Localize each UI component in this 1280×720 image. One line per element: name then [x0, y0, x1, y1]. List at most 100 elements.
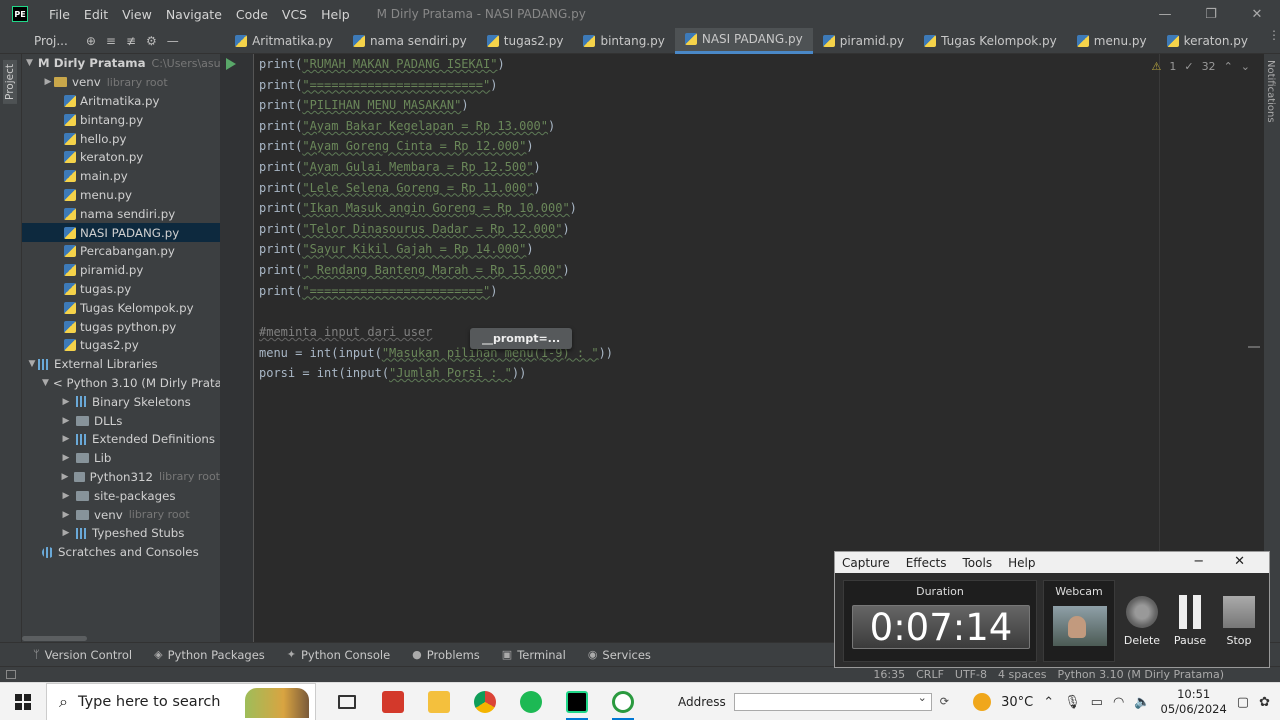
- task-view-button[interactable]: [324, 683, 370, 720]
- services-button[interactable]: ◉ Services: [577, 648, 662, 662]
- line-separator[interactable]: CRLF: [916, 668, 944, 681]
- file-encoding[interactable]: UTF-8: [955, 668, 987, 681]
- tree-file[interactable]: bintang.py: [22, 110, 220, 129]
- chevron-up-icon[interactable]: ⌃: [1043, 695, 1054, 710]
- tab-aritmatika[interactable]: Aritmatika.py: [225, 28, 343, 54]
- tree-python-sdk[interactable]: ▼ < Python 3.10 (M Dirly Pratan: [22, 374, 220, 393]
- recorder-menu-effects[interactable]: Effects: [906, 556, 947, 570]
- menu-vcs[interactable]: VCS: [275, 7, 314, 22]
- chevron-down-icon[interactable]: ▼: [42, 378, 49, 388]
- tree-file[interactable]: piramid.py: [22, 261, 220, 280]
- chevron-up-icon[interactable]: ⌃: [1224, 60, 1233, 73]
- microphone-icon[interactable]: 🎙: [1064, 695, 1081, 710]
- expand-all-icon[interactable]: ≡: [106, 34, 116, 48]
- close-icon[interactable]: ✕: [1234, 0, 1280, 28]
- pause-button[interactable]: Pause: [1167, 594, 1213, 647]
- caret-position[interactable]: 16:35: [873, 668, 905, 681]
- python-packages-button[interactable]: ◈ Python Packages: [143, 648, 276, 662]
- volume-icon[interactable]: 🔈: [1134, 695, 1150, 710]
- tree-file[interactable]: menu.py: [22, 186, 220, 205]
- minimize-icon[interactable]: −: [1193, 554, 1204, 569]
- weather-icon[interactable]: [973, 693, 992, 711]
- menu-help[interactable]: Help: [314, 7, 357, 22]
- tree-lib[interactable]: ▶ Typeshed Stubs: [22, 524, 220, 543]
- tree-root[interactable]: ▼ M Dirly Pratama C:\Users\asus: [22, 54, 220, 73]
- tree-file[interactable]: keraton.py: [22, 148, 220, 167]
- tree-lib[interactable]: ▶ Extended Definitions: [22, 430, 220, 449]
- project-stripe-button[interactable]: Project: [3, 60, 17, 104]
- tree-lib[interactable]: ▶ Python312 library root: [22, 468, 220, 487]
- webcam-panel[interactable]: Webcam: [1043, 580, 1115, 662]
- tree-lib[interactable]: ▶ Lib: [22, 449, 220, 468]
- chevron-right-icon[interactable]: ▶: [60, 510, 72, 520]
- clock[interactable]: 10:51 05/06/2024: [1161, 687, 1227, 717]
- copilot-icon[interactable]: ✿: [1259, 695, 1270, 710]
- hide-icon[interactable]: —: [167, 34, 179, 48]
- python-console-button[interactable]: ✦ Python Console: [276, 648, 401, 662]
- tab-nasi-padang[interactable]: NASI PADANG.py: [674, 27, 813, 54]
- project-view-selector[interactable]: Proj...: [34, 34, 68, 48]
- menu-edit[interactable]: Edit: [77, 7, 115, 22]
- taskbar-search[interactable]: ⌕ Type here to search: [46, 682, 316, 720]
- tree-lib[interactable]: ▶ venv library root: [22, 505, 220, 524]
- tree-external-libraries[interactable]: ▼ External Libraries: [22, 355, 220, 374]
- toggle-tool-windows-icon[interactable]: [6, 670, 16, 679]
- tree-file[interactable]: main.py: [22, 167, 220, 186]
- camtasia-button[interactable]: [600, 683, 646, 720]
- tab-bintang[interactable]: bintang.py: [573, 28, 674, 54]
- chevron-down-icon[interactable]: ⌄: [1241, 60, 1250, 73]
- tab-keraton[interactable]: keraton.py: [1157, 28, 1258, 54]
- battery-icon[interactable]: ▭: [1091, 695, 1103, 710]
- chevron-down-icon[interactable]: ▼: [26, 359, 38, 369]
- chevron-right-icon[interactable]: ▶: [60, 528, 72, 538]
- recorder-menu-capture[interactable]: Capture: [842, 556, 890, 570]
- chevron-right-icon[interactable]: ▶: [60, 472, 70, 482]
- file-explorer-button[interactable]: [416, 683, 462, 720]
- go-icon[interactable]: ⟳: [940, 695, 949, 708]
- chrome-button[interactable]: [462, 683, 508, 720]
- tab-piramid[interactable]: piramid.py: [813, 28, 914, 54]
- tree-file[interactable]: tugas2.py: [22, 336, 220, 355]
- maximize-icon[interactable]: ❐: [1188, 0, 1234, 28]
- tree-file[interactable]: nama sendiri.py: [22, 204, 220, 223]
- terminal-button[interactable]: ▣ Terminal: [491, 648, 577, 662]
- tree-file[interactable]: tugas.py: [22, 280, 220, 299]
- more-tabs-icon[interactable]: ⋮: [1268, 28, 1280, 54]
- scrollbar-thumb[interactable]: [22, 636, 87, 641]
- tree-lib[interactable]: ▶ Binary Skeletons: [22, 392, 220, 411]
- temperature[interactable]: 30°C: [1001, 695, 1033, 710]
- notifications-icon[interactable]: ▢: [1237, 695, 1249, 710]
- tree-file[interactable]: tugas python.py: [22, 317, 220, 336]
- version-control-button[interactable]: ᛘ Version Control: [22, 648, 143, 662]
- tree-lib[interactable]: ▶ site-packages: [22, 486, 220, 505]
- chevron-right-icon[interactable]: ▶: [60, 397, 72, 407]
- tree-file[interactable]: Aritmatika.py: [22, 92, 220, 111]
- wifi-icon[interactable]: ◠: [1113, 695, 1124, 710]
- chevron-right-icon[interactable]: ▶: [60, 434, 72, 444]
- menu-view[interactable]: View: [115, 7, 159, 22]
- tree-scratches[interactable]: Scratches and Consoles: [22, 543, 220, 562]
- chevron-right-icon[interactable]: ▶: [60, 453, 72, 463]
- tree-file[interactable]: Percabangan.py: [22, 242, 220, 261]
- start-button[interactable]: [0, 683, 46, 720]
- address-field[interactable]: [733, 691, 932, 711]
- menu-navigate[interactable]: Navigate: [159, 7, 229, 22]
- tab-nama-sendiri[interactable]: nama sendiri.py: [343, 28, 477, 54]
- menu-file[interactable]: File: [42, 7, 77, 22]
- inspection-widget[interactable]: ⚠ 1 ✓ 32 ⌃ ⌄: [1151, 60, 1250, 73]
- stop-button[interactable]: Stop: [1216, 594, 1262, 647]
- problems-button[interactable]: ● Problems: [401, 648, 491, 662]
- scroll-marker[interactable]: [1248, 346, 1260, 348]
- close-icon[interactable]: ✕: [1234, 554, 1245, 569]
- indent-setting[interactable]: 4 spaces: [998, 668, 1047, 681]
- chevron-right-icon[interactable]: ▶: [60, 491, 72, 501]
- chevron-down-icon[interactable]: ▼: [26, 58, 33, 68]
- tree-file[interactable]: hello.py: [22, 129, 220, 148]
- tree-lib[interactable]: ▶ DLLs: [22, 411, 220, 430]
- recorder-menu-tools[interactable]: Tools: [963, 556, 993, 570]
- interpreter-selector[interactable]: Python 3.10 (M Dirly Pratama): [1057, 668, 1224, 681]
- notifications-stripe-button[interactable]: Notifications: [1265, 60, 1276, 123]
- tab-menu[interactable]: menu.py: [1067, 28, 1157, 54]
- chevron-right-icon[interactable]: ▶: [60, 416, 72, 426]
- spotify-button[interactable]: [508, 683, 554, 720]
